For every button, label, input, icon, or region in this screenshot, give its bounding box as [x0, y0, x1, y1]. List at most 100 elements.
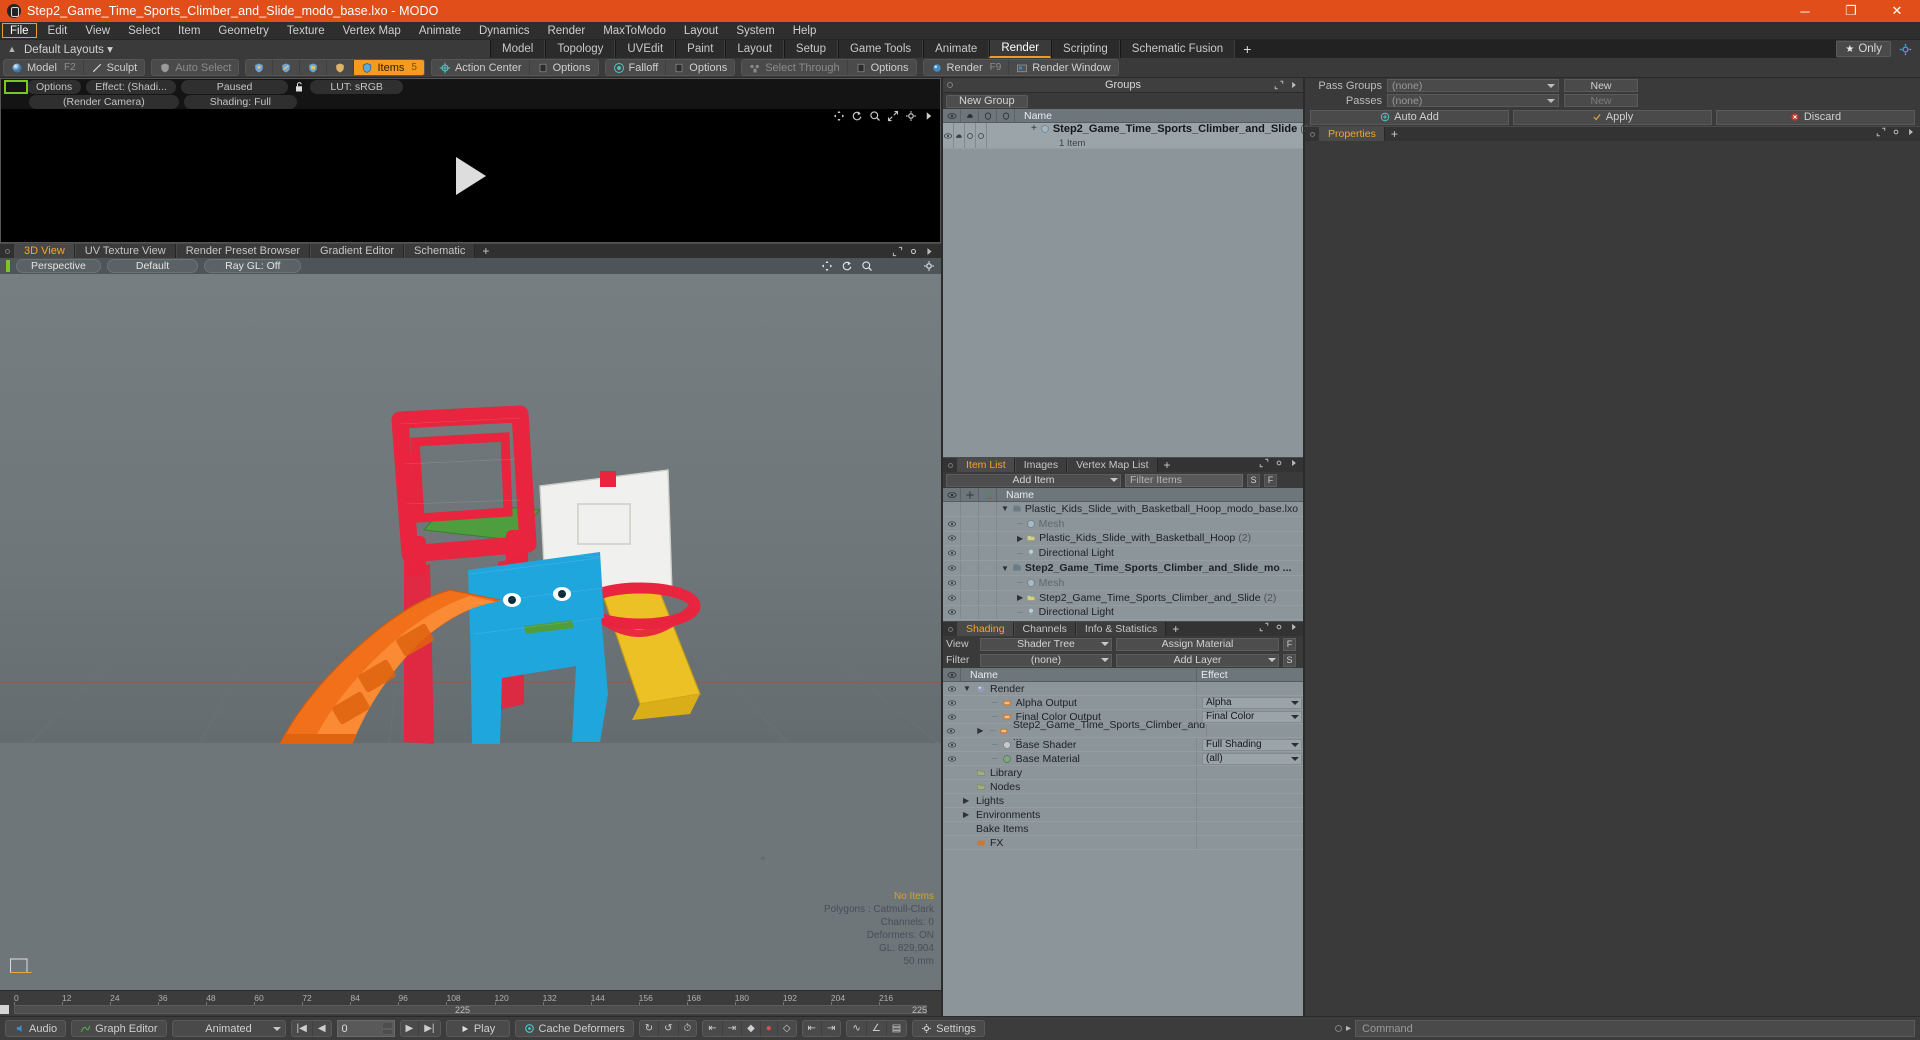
expander-icon[interactable]: ▶ — [1017, 593, 1023, 602]
shader-tree-row[interactable]: ▶ Lights — [943, 794, 1303, 808]
viewport-tab-gradient-editor[interactable]: Gradient Editor — [310, 244, 404, 258]
tab-info-statistics[interactable]: Info & Statistics — [1075, 622, 1167, 636]
item-transform-toggle[interactable] — [961, 516, 979, 531]
cache-deformers-button[interactable]: Cache Deformers — [514, 1020, 634, 1037]
edge-mode-button[interactable] — [273, 60, 301, 75]
layout-tab-topology[interactable]: Topology — [545, 40, 616, 58]
shader-name-cell[interactable]: Bake Items — [961, 822, 1196, 835]
viewport-tab-uv-texture-view[interactable]: UV Texture View — [74, 244, 176, 258]
step-back-button[interactable]: ◀ — [313, 1021, 331, 1036]
shader-effect-cell[interactable] — [1196, 822, 1303, 835]
layout-updown-icon[interactable]: ▲ — [6, 43, 18, 55]
shader-effect-cell[interactable]: Alpha — [1196, 696, 1303, 709]
loop-icon[interactable]: ↻ — [640, 1021, 660, 1036]
gear-icon[interactable] — [1891, 127, 1901, 137]
shader-effect-select[interactable]: Alpha — [1202, 696, 1302, 709]
menu-item-help[interactable]: Help — [784, 22, 826, 39]
default-layouts-label[interactable]: Default Layouts ▾ — [24, 42, 113, 56]
more-arrow-icon[interactable] — [924, 246, 935, 257]
item-name-cell[interactable]: ─ Directional Light — [997, 546, 1303, 560]
item-visibility-toggle[interactable] — [943, 531, 961, 546]
item-list-row[interactable]: ▶ Plastic_Kids_Slide_with_Basketball_Hoop… — [943, 531, 1303, 547]
shader-effect-cell[interactable] — [1196, 780, 1303, 793]
groups-row[interactable]: + Step2_Game_Time_Sports_Climber_and_Slid… — [943, 123, 1322, 149]
layout-tab-render[interactable]: Render — [989, 40, 1052, 58]
only-button[interactable]: ★ Only — [1836, 41, 1891, 57]
viewport-tab-schematic[interactable]: Schematic — [404, 244, 476, 258]
render-button[interactable]: Render F9 — [924, 60, 1010, 75]
pass-groups-new-button[interactable]: New — [1564, 79, 1638, 92]
item-name-cell[interactable]: ─ Mesh — [997, 576, 1303, 590]
group-lock-toggle[interactable] — [965, 123, 976, 148]
item-visibility-toggle[interactable] — [943, 561, 961, 575]
falloff-button[interactable]: Falloff — [606, 60, 667, 75]
falloff-options-button[interactable]: Options — [666, 60, 734, 75]
frame-spinner[interactable] — [381, 1022, 393, 1035]
render-options-button[interactable]: Options — [27, 80, 82, 94]
play-button[interactable]: Play — [445, 1020, 510, 1037]
apply-button[interactable]: Apply — [1513, 109, 1712, 125]
shader-visibility-toggle[interactable] — [943, 808, 961, 821]
expand-icon[interactable] — [1259, 622, 1269, 632]
item-axis-toggle[interactable] — [979, 561, 997, 575]
item-name-cell[interactable]: ▶ Step2_Game_Time_Sports_Climber_and_Slid… — [997, 591, 1303, 605]
expand-icon[interactable] — [1259, 458, 1269, 468]
item-list-row[interactable]: ▶ Step2_Game_Time_Sports_Climber_and_Slid… — [943, 590, 1303, 606]
item-name-cell[interactable]: ▼ Plastic_Kids_Slide_with_Basketball_Hoop… — [997, 502, 1303, 516]
expander-icon[interactable]: ▶ — [1017, 534, 1023, 543]
shader-visibility-toggle[interactable] — [943, 696, 961, 709]
gear-icon[interactable] — [1274, 458, 1284, 468]
item-transform-toggle[interactable] — [961, 575, 979, 590]
add-layer-button[interactable]: Add Layer — [1116, 653, 1279, 667]
layout-tab-animate[interactable]: Animate — [923, 40, 990, 58]
render-paused-button[interactable]: Paused — [180, 80, 289, 94]
expander-icon[interactable]: ▶ — [977, 726, 986, 735]
shader-name-cell[interactable]: ─ Base Shader — [961, 738, 1196, 751]
item-axis-toggle[interactable] — [979, 575, 997, 590]
rotate-icon[interactable] — [851, 110, 863, 122]
menu-item-geometry[interactable]: Geometry — [209, 22, 278, 39]
maximize-button[interactable]: ❐ — [1828, 0, 1874, 22]
item-name-cell[interactable]: ─ Directional Light — [997, 606, 1303, 620]
shader-effect-cell[interactable] — [1196, 808, 1303, 821]
menu-item-file[interactable]: File — [2, 23, 37, 38]
item-visibility-toggle[interactable] — [943, 502, 961, 516]
item-list-row[interactable]: ─ Mesh — [943, 516, 1303, 532]
clock-icon[interactable]: ⏱ — [679, 1021, 697, 1036]
item-visibility-toggle[interactable] — [943, 605, 961, 620]
viewport-tab-3d-view[interactable]: 3D View — [14, 244, 75, 258]
step-forward-button[interactable]: ▶ — [401, 1021, 420, 1036]
close-button[interactable]: ✕ — [1874, 0, 1920, 22]
item-transform-toggle[interactable] — [961, 561, 979, 575]
render-window-button[interactable]: Render Window — [1009, 60, 1117, 75]
shader-visibility-toggle[interactable] — [943, 710, 961, 723]
menu-item-maxtomodo[interactable]: MaxToModo — [594, 22, 675, 39]
expand-icon[interactable] — [892, 246, 903, 257]
shading-view-select[interactable]: Shader Tree — [980, 637, 1112, 651]
add-item-button[interactable]: Add Item — [946, 473, 1121, 487]
shader-tree-row[interactable]: FX — [943, 836, 1303, 850]
shader-visibility-toggle[interactable] — [943, 738, 961, 751]
menu-item-edit[interactable]: Edit — [39, 22, 77, 39]
action-center-button[interactable]: Action Center — [432, 60, 530, 75]
menu-item-layout[interactable]: Layout — [675, 22, 728, 39]
tab-properties[interactable]: Properties — [1319, 127, 1385, 141]
layout-tab-schematic-fusion[interactable]: Schematic Fusion — [1119, 40, 1236, 58]
group-visibility-toggle[interactable] — [943, 123, 954, 148]
timeline-bar[interactable] — [14, 1005, 927, 1014]
auto-add-button[interactable]: Auto Add — [1310, 109, 1509, 125]
item-axis-toggle[interactable] — [979, 546, 997, 561]
pan-icon[interactable] — [833, 110, 845, 122]
shader-effect-select[interactable]: (all) — [1202, 752, 1302, 765]
tab-vertex-map-list[interactable]: Vertex Map List — [1067, 458, 1158, 472]
render-shading-button[interactable]: Shading: Full — [183, 95, 297, 109]
pass-groups-select[interactable]: (none) — [1387, 79, 1559, 92]
tab-item-list[interactable]: Item List — [957, 458, 1015, 472]
key-delete-icon[interactable]: ◇ — [778, 1021, 796, 1036]
settings-button[interactable]: Settings — [912, 1020, 985, 1037]
reverse-loop-icon[interactable]: ↺ — [659, 1021, 679, 1036]
model-mode-button[interactable]: Model F2 — [4, 60, 84, 75]
shader-visibility-toggle[interactable] — [943, 682, 961, 695]
prev-key-icon[interactable]: ⇤ — [703, 1021, 723, 1036]
discard-button[interactable]: Discard — [1716, 109, 1915, 125]
